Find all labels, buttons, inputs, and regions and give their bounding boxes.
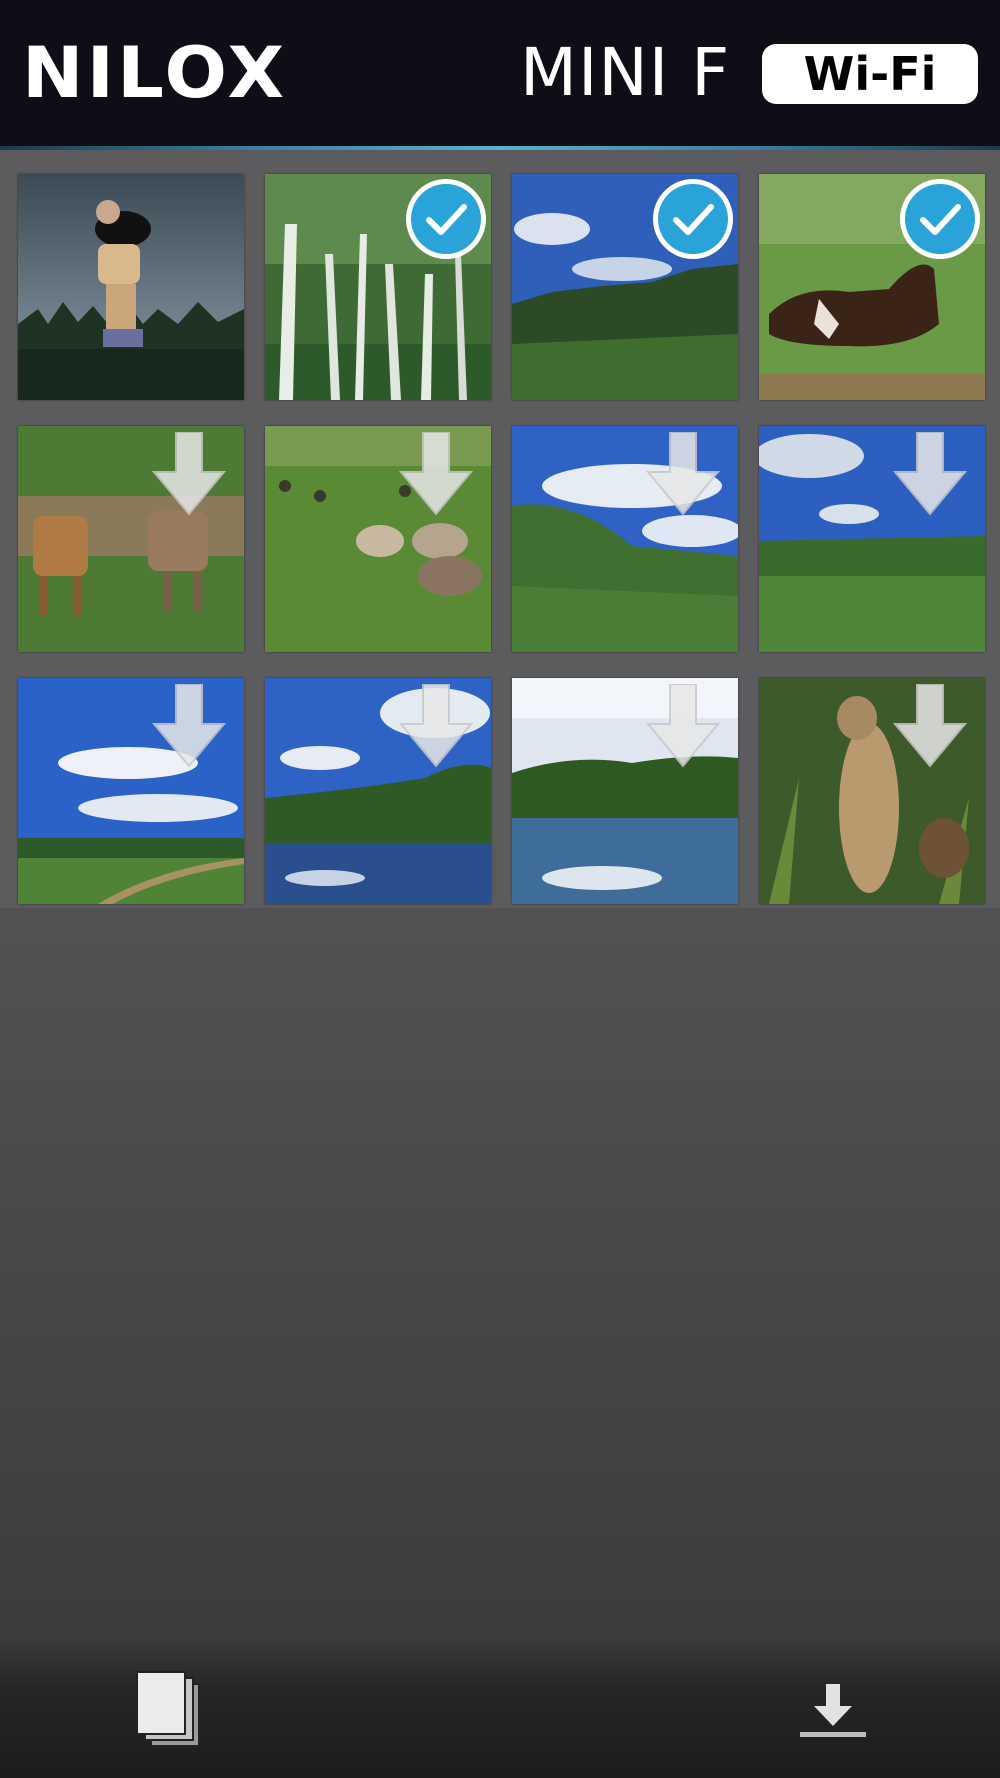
thumbnail-lake-trees[interactable]	[265, 678, 491, 904]
thumbnail-hillside-clouds[interactable]	[512, 426, 738, 652]
thumbnail-meadow-path[interactable]	[18, 678, 244, 904]
thumbnail-grid	[0, 150, 1000, 908]
selected-check-icon[interactable]	[650, 176, 736, 262]
brand-logo: NILOX	[22, 32, 288, 114]
download-arrow-icon[interactable]	[646, 684, 720, 768]
thumbnail-snowboarder[interactable]	[18, 174, 244, 400]
thumbnail-pond-reflection[interactable]	[512, 678, 738, 904]
app-header: NILOX MINI F Wi-Fi	[0, 0, 1000, 150]
thumbnail-cow-lying[interactable]	[759, 174, 985, 400]
thumbnail-plain-clouds[interactable]	[759, 426, 985, 652]
thumbnail-prairie-dog[interactable]	[759, 678, 985, 904]
selected-check-icon[interactable]	[403, 176, 489, 262]
download-arrow-icon[interactable]	[399, 684, 473, 768]
download-arrow-icon[interactable]	[152, 432, 226, 516]
download-icon[interactable]	[800, 1680, 866, 1740]
download-arrow-icon[interactable]	[399, 432, 473, 516]
download-arrow-icon[interactable]	[646, 432, 720, 516]
wifi-badge: Wi-Fi	[762, 44, 978, 104]
snowboarder-photo	[18, 174, 244, 400]
thumbnail-hills-sky[interactable]	[512, 174, 738, 400]
bottom-toolbar	[0, 1640, 1000, 1778]
stack-icon[interactable]	[135, 1670, 205, 1750]
wifi-badge-label: Wi-Fi	[803, 47, 937, 101]
gallery-content	[0, 150, 1000, 1640]
download-arrow-icon[interactable]	[152, 684, 226, 768]
selected-check-icon[interactable]	[897, 176, 983, 262]
model-name: MINI F	[520, 34, 731, 111]
thumbnail-birch-forest[interactable]	[265, 174, 491, 400]
download-arrow-icon[interactable]	[893, 684, 967, 768]
thumbnail-sheep-grazing[interactable]	[265, 426, 491, 652]
thumbnail-cattle-field[interactable]	[18, 426, 244, 652]
download-arrow-icon[interactable]	[893, 432, 967, 516]
